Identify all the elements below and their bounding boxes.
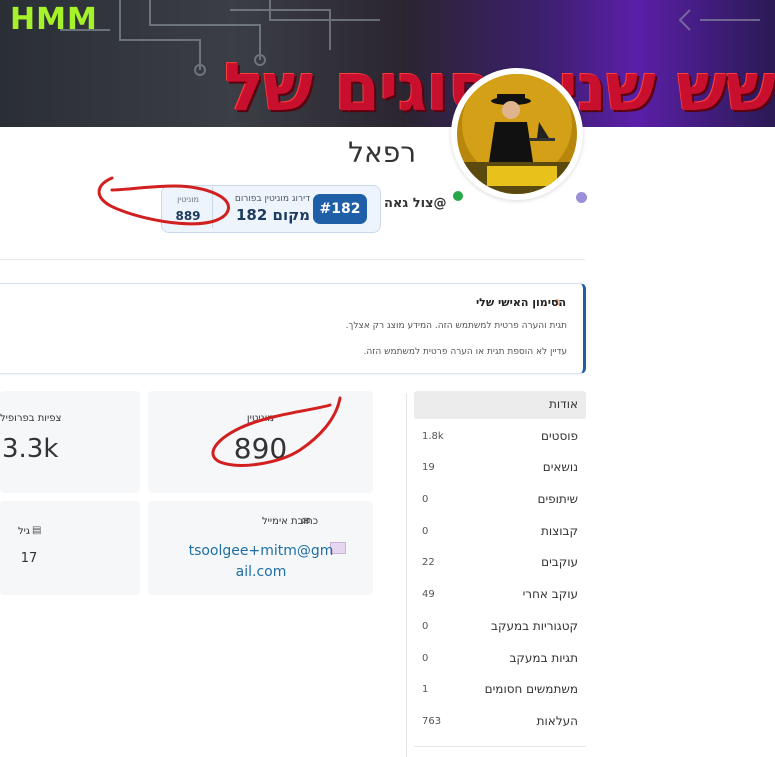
age-card — [0, 501, 140, 595]
sidebar-item-about[interactable]: אודות — [414, 391, 586, 419]
rank-title: דירוג מוניטין בפורום — [234, 194, 310, 204]
profile-views-value: 3.3k — [2, 434, 59, 464]
reputation-mini-label: מוניטין — [177, 195, 199, 204]
reputation-card-label: מוניטין — [246, 413, 275, 424]
sidebar-divider — [406, 393, 407, 757]
online-status-dot — [451, 189, 465, 203]
verified-icon — [575, 191, 588, 204]
email-value[interactable]: tsoolgee+mitm@gm ail.com — [150, 541, 372, 583]
sidebar-item-followers[interactable]: עוקבים 22 — [414, 549, 586, 577]
avatar-image — [457, 74, 577, 194]
reputation-mini-value: 889 — [175, 209, 201, 223]
header-divider — [0, 259, 585, 260]
rank-badge[interactable]: #182 — [313, 194, 367, 224]
cake-icon: ▤ — [32, 525, 42, 536]
sidebar-item-watched-categories[interactable]: קטגוריות במעקב 0 — [414, 613, 586, 641]
cover-image: HMM שש שנים סוגים של — [0, 0, 775, 127]
sidebar-item-uploads[interactable]: העלאות 763 — [414, 708, 586, 736]
note-empty-state: עדיין לא הוספת תגית או הערה פרטית למשתמש… — [363, 347, 567, 357]
email-label: כתובת אימייל — [262, 516, 318, 527]
avatar[interactable] — [451, 68, 583, 200]
note-description: תגית והערה פרטית למשתמש הזה. המידע מוצג … — [345, 321, 567, 331]
sidebar-item-topics[interactable]: נושאים 19 — [414, 454, 586, 482]
sidebar-bottom-divider — [414, 746, 586, 747]
sidebar-item-watched-tags[interactable]: תגיות במעקב 0 — [414, 645, 586, 673]
age-label: גיל — [17, 526, 30, 537]
reputation-card-value: 890 — [233, 432, 288, 465]
profile-views-label: צפיות בפרופיל — [0, 413, 62, 424]
sidebar-item-posts[interactable]: פוסטים 1.8k — [414, 423, 586, 451]
username: @צול גאה — [384, 196, 447, 211]
rank-place: מקום 182 — [235, 206, 310, 224]
sidebar-item-shares[interactable]: שיתופים 0 — [414, 486, 586, 514]
envelope-icon: ✉ — [302, 516, 311, 527]
cover-title: שש שנים סוגים של — [224, 49, 775, 126]
age-value: 17 — [20, 551, 38, 566]
sidebar-item-following[interactable]: עוקב אחרי 49 — [414, 581, 586, 609]
display-name: רפאל — [348, 136, 416, 169]
note-title: הסימון האישי שלי — [475, 296, 566, 309]
cover-corner-text: HMM — [10, 2, 98, 37]
sidebar-item-blocked-users[interactable]: משתמשים חסומים 1 — [414, 676, 586, 704]
sidebar-item-groups[interactable]: קבוצות 0 — [414, 518, 586, 546]
